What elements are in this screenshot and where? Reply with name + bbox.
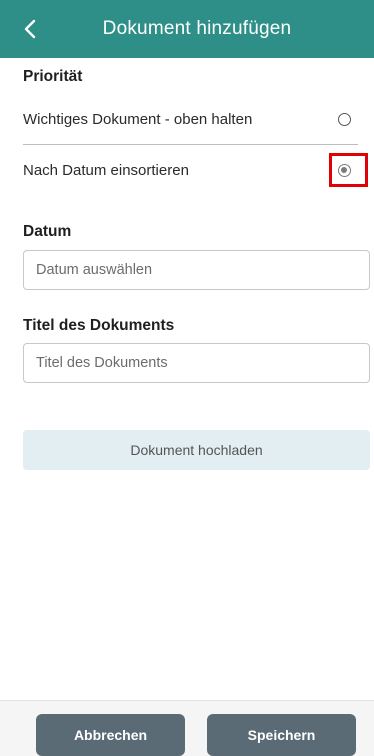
highlight-box <box>329 153 368 187</box>
page-title: Dokument hinzufügen <box>102 18 292 39</box>
document-title-section-title: Titel des Dokuments <box>23 317 175 334</box>
save-button[interactable]: Speichern <box>207 714 356 756</box>
radio-option-label: Wichtiges Dokument - oben halten <box>23 110 253 128</box>
date-section-title: Datum <box>23 223 72 240</box>
app-header: Dokument hinzufügen <box>0 0 374 58</box>
footer-bar: Abbrechen Speichern <box>0 700 374 756</box>
date-input[interactable] <box>23 250 370 290</box>
radio-option-label: Nach Datum einsortieren <box>23 161 189 179</box>
back-button[interactable] <box>14 12 46 46</box>
radio-option-by-date[interactable]: Nach Datum einsortieren <box>23 145 359 195</box>
radio-option-important[interactable]: Wichtiges Dokument - oben halten <box>23 94 359 144</box>
radio-unchecked-icon[interactable] <box>338 112 351 126</box>
cancel-button[interactable]: Abbrechen <box>36 714 185 756</box>
document-title-input[interactable] <box>23 343 370 383</box>
chevron-left-icon <box>24 19 36 39</box>
priority-section-title: Priorität <box>23 68 83 85</box>
upload-document-button[interactable]: Dokument hochladen <box>23 430 370 470</box>
